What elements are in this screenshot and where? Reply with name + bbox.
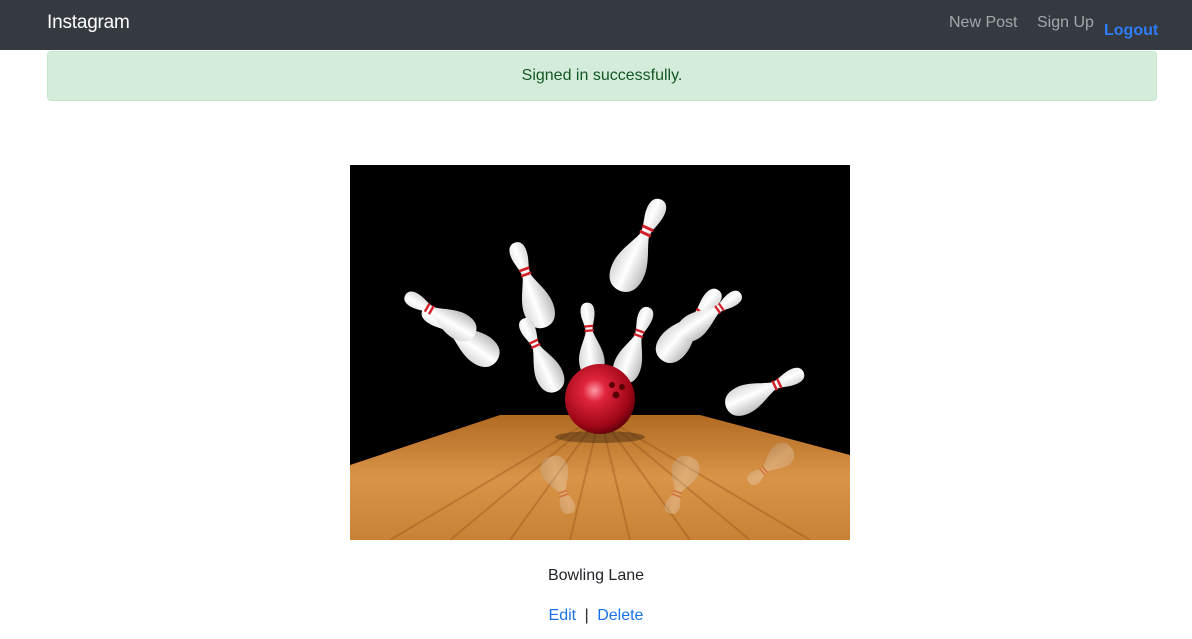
flash-alert: Signed in successfully. [47, 51, 1157, 101]
post-image [350, 165, 850, 540]
flash-message: Signed in successfully. [521, 67, 683, 84]
logout-link[interactable]: Logout [1104, 21, 1158, 41]
top-navbar: Instagram New Post Sign Up Logout [0, 0, 1192, 50]
delete-link[interactable]: Delete [597, 607, 643, 624]
post-actions: Edit | Delete [0, 606, 1192, 626]
edit-link[interactable]: Edit [549, 607, 577, 624]
action-separator: | [584, 607, 589, 624]
sign-up-link[interactable]: Sign Up [1037, 13, 1094, 33]
post-caption: Bowling Lane [0, 566, 1192, 586]
post-caption-text: Bowling Lane [547, 567, 645, 584]
brand-logo-link[interactable]: Instagram [47, 11, 130, 35]
new-post-link[interactable]: New Post [949, 13, 1017, 33]
